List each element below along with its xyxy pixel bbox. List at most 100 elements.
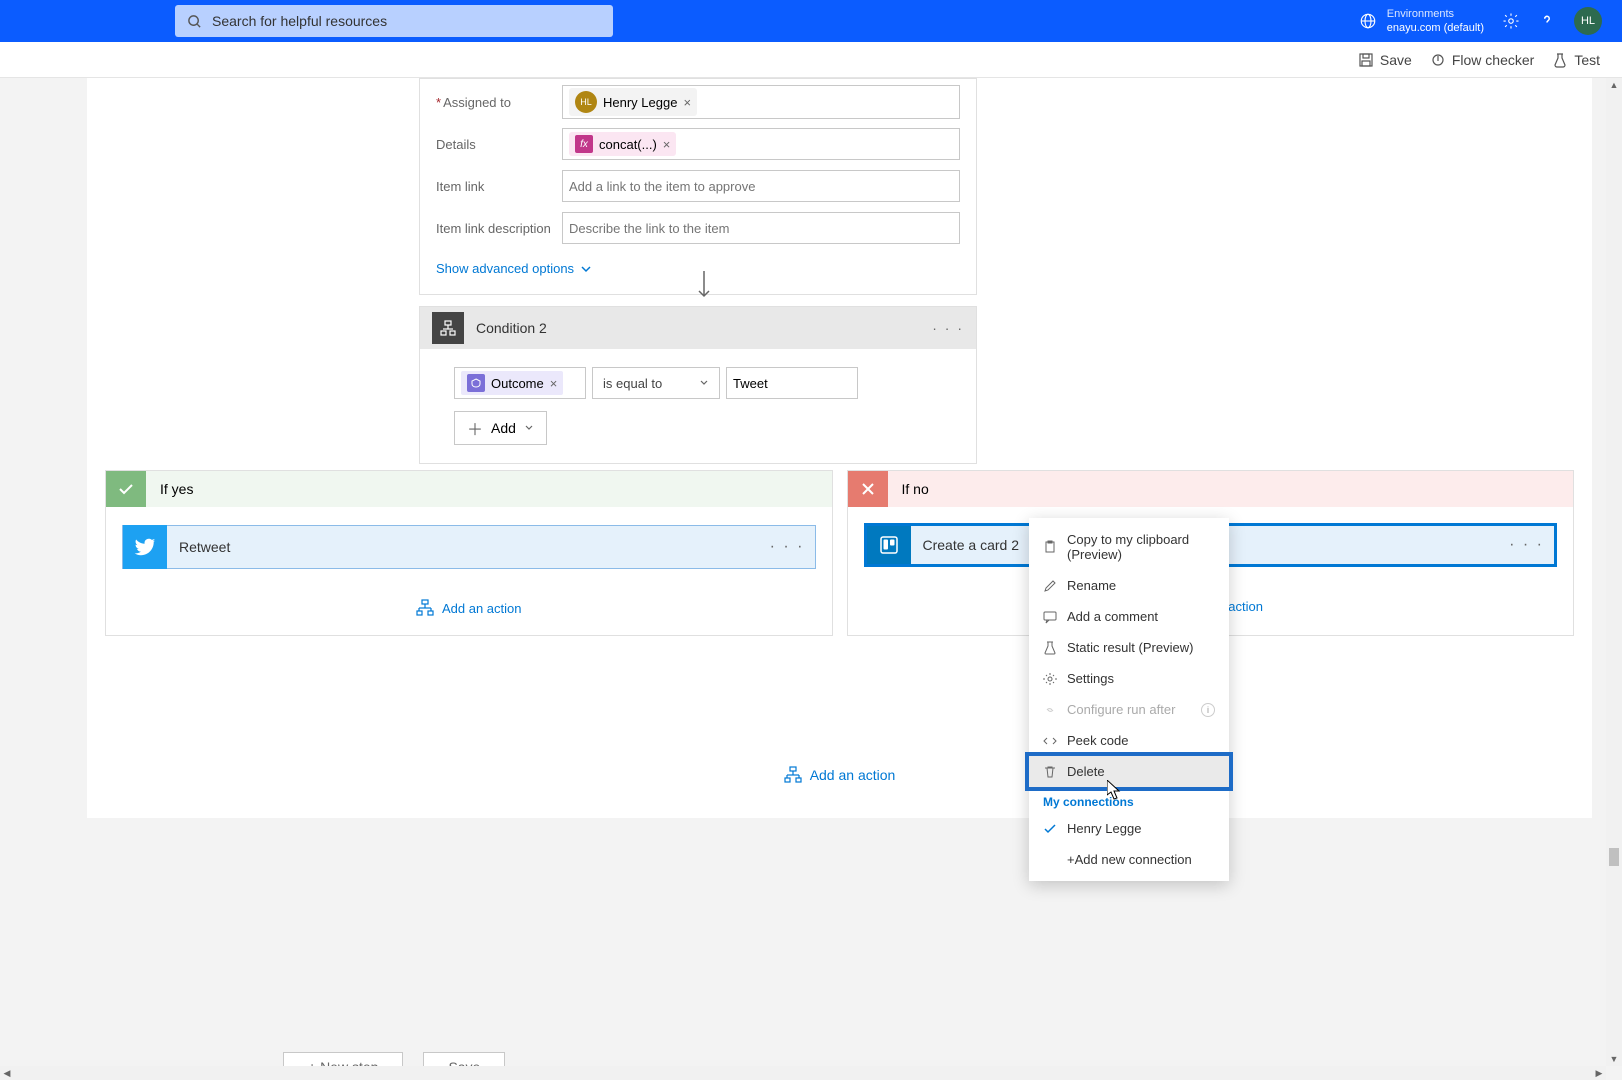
- item-link-desc-input[interactable]: [569, 221, 953, 236]
- scroll-down-arrow[interactable]: ▼: [1606, 1052, 1622, 1066]
- checker-icon: [1430, 52, 1446, 68]
- add-action-label: Add an action: [810, 767, 896, 783]
- scroll-right-arrow[interactable]: ▶: [1592, 1066, 1606, 1080]
- assigned-to-label: *Assigned to: [436, 95, 562, 110]
- menu-rename[interactable]: Rename: [1029, 570, 1229, 601]
- condition-more-icon[interactable]: · · ·: [932, 320, 964, 336]
- outcome-token[interactable]: Outcome ×: [461, 371, 563, 395]
- add-action-icon: [784, 766, 802, 784]
- menu-configure-run-after: Configure run after i: [1029, 694, 1229, 725]
- chevron-down-icon: [524, 423, 534, 433]
- environment-icon: [1359, 12, 1377, 30]
- approval-action-card[interactable]: *Assigned to HL Henry Legge × Details fx…: [419, 78, 977, 295]
- item-link-desc-label: Item link description: [436, 221, 562, 236]
- item-link-desc-field[interactable]: [562, 212, 960, 244]
- environment-picker[interactable]: Environments enayu.com (default): [1359, 7, 1484, 36]
- scroll-up-arrow[interactable]: ▲: [1606, 78, 1622, 92]
- trash-icon: [1043, 765, 1057, 779]
- expression-token[interactable]: fx concat(...) ×: [569, 132, 676, 156]
- item-link-input[interactable]: [569, 179, 953, 194]
- info-icon: i: [1201, 703, 1215, 717]
- if-yes-label: If yes: [160, 481, 193, 497]
- menu-peek-code[interactable]: Peek code: [1029, 725, 1229, 756]
- code-icon: [1043, 734, 1057, 748]
- add-action-yes-button[interactable]: Add an action: [106, 599, 832, 617]
- cross-icon: [848, 471, 888, 507]
- environment-name: enayu.com (default): [1387, 21, 1484, 35]
- item-link-field[interactable]: [562, 170, 960, 202]
- link-icon: [1043, 703, 1057, 717]
- comment-icon: [1043, 610, 1057, 624]
- test-label: Test: [1574, 52, 1600, 68]
- fx-icon: fx: [575, 135, 593, 153]
- retweet-more-icon[interactable]: · · ·: [770, 538, 805, 556]
- environment-label: Environments: [1387, 7, 1484, 21]
- menu-add-connection[interactable]: +Add new connection: [1029, 844, 1229, 875]
- if-no-label: If no: [902, 481, 929, 497]
- condition-left-operand[interactable]: Outcome ×: [454, 367, 586, 399]
- flow-checker-button[interactable]: Flow checker: [1430, 52, 1534, 68]
- condition-body: Outcome × is equal to Tweet ＋ Add: [420, 349, 976, 463]
- menu-copy-clipboard[interactable]: Copy to my clipboard (Preview): [1029, 524, 1229, 570]
- add-action-bottom-button[interactable]: Add an action: [87, 766, 1592, 784]
- search-box[interactable]: Search for helpful resources: [175, 5, 613, 37]
- my-connections-heading: My connections: [1029, 787, 1229, 813]
- retweet-action-card[interactable]: Retweet · · ·: [122, 525, 816, 569]
- settings-icon[interactable]: [1502, 12, 1520, 30]
- gear-icon: [1043, 672, 1057, 686]
- outcome-icon: [467, 374, 485, 392]
- if-yes-header[interactable]: If yes: [106, 471, 832, 507]
- top-bar: Search for helpful resources Environment…: [0, 0, 1622, 42]
- menu-static-result[interactable]: Static result (Preview): [1029, 632, 1229, 663]
- condition-operator-select[interactable]: is equal to: [592, 367, 720, 399]
- item-link-label: Item link: [436, 179, 562, 194]
- check-icon: [106, 471, 146, 507]
- create-card-more-icon[interactable]: · · ·: [1509, 536, 1544, 554]
- show-advanced-toggle[interactable]: Show advanced options: [436, 261, 592, 276]
- assigned-to-field[interactable]: HL Henry Legge ×: [562, 85, 960, 119]
- beaker-icon: [1043, 641, 1057, 655]
- topbar-right: Environments enayu.com (default) HL: [1359, 7, 1602, 36]
- add-label: Add: [491, 420, 516, 436]
- chevron-down-icon: [580, 263, 592, 275]
- test-button[interactable]: Test: [1552, 52, 1600, 68]
- condition-branches: If yes Retweet · · · Add an action: [105, 470, 1574, 636]
- twitter-icon: [123, 525, 167, 569]
- scroll-thumb[interactable]: [1609, 848, 1619, 866]
- remove-outcome-icon[interactable]: ×: [550, 376, 558, 391]
- scroll-left-arrow[interactable]: ◀: [0, 1066, 14, 1080]
- vertical-scrollbar[interactable]: ▲ ▼: [1606, 78, 1622, 1066]
- search-icon: [187, 14, 202, 29]
- person-token[interactable]: HL Henry Legge ×: [569, 88, 697, 116]
- condition-title: Condition 2: [476, 320, 547, 336]
- remove-fx-icon[interactable]: ×: [663, 137, 671, 152]
- action-context-menu: Copy to my clipboard (Preview) Rename Ad…: [1029, 518, 1229, 881]
- condition-header[interactable]: Condition 2 · · ·: [420, 307, 976, 349]
- if-no-header[interactable]: If no: [848, 471, 1574, 507]
- create-card-label: Create a card 2: [923, 537, 1020, 553]
- remove-person-icon[interactable]: ×: [683, 95, 691, 110]
- condition-card[interactable]: Condition 2 · · · Outcome ×: [419, 306, 977, 464]
- condition-value: Tweet: [733, 376, 768, 391]
- retweet-label: Retweet: [179, 539, 230, 555]
- menu-connection-user[interactable]: Henry Legge: [1029, 813, 1229, 844]
- menu-delete[interactable]: Delete: [1029, 756, 1229, 787]
- menu-settings[interactable]: Settings: [1029, 663, 1229, 694]
- plus-icon: ＋: [467, 416, 483, 440]
- save-icon: [1358, 52, 1374, 68]
- condition-right-operand[interactable]: Tweet: [726, 367, 858, 399]
- add-condition-button[interactable]: ＋ Add: [454, 411, 547, 445]
- outcome-text: Outcome: [491, 376, 544, 391]
- command-bar: Save Flow checker Test: [0, 42, 1622, 78]
- search-placeholder: Search for helpful resources: [212, 13, 387, 29]
- horizontal-scrollbar[interactable]: ◀ ▶: [0, 1066, 1606, 1080]
- trello-icon: [867, 526, 911, 564]
- details-field[interactable]: fx concat(...) ×: [562, 128, 960, 160]
- user-avatar[interactable]: HL: [1574, 7, 1602, 35]
- fx-text: concat(...): [599, 137, 657, 152]
- checker-label: Flow checker: [1452, 52, 1534, 68]
- help-icon[interactable]: [1538, 12, 1556, 30]
- menu-add-comment[interactable]: Add a comment: [1029, 601, 1229, 632]
- save-button[interactable]: Save: [1358, 52, 1412, 68]
- pencil-icon: [1043, 579, 1057, 593]
